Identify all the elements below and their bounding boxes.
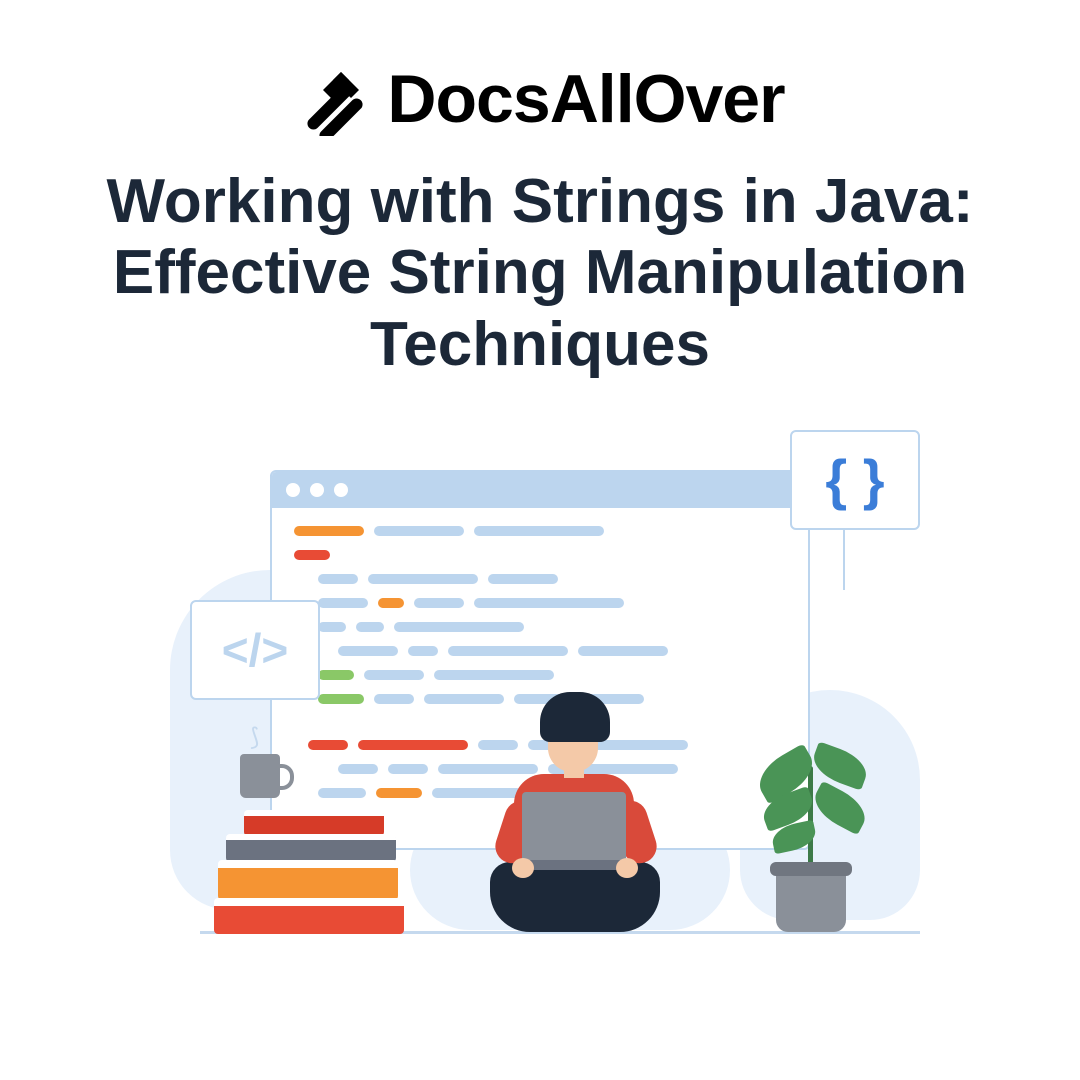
stacked-books (208, 810, 408, 932)
plant-leaf (808, 741, 872, 790)
person-hand (512, 858, 534, 878)
curly-braces-icon: { } (825, 447, 884, 512)
window-control-dot (334, 483, 348, 497)
braces-symbol-box: { } (790, 430, 920, 530)
window-titlebar (272, 472, 808, 508)
page-title: Working with Strings in Java: Effective … (90, 166, 990, 380)
book (218, 860, 398, 900)
brand-name: DocsAllOver (387, 60, 784, 138)
window-control-dot (310, 483, 324, 497)
person-hair (540, 692, 610, 742)
page-container: DocsAllOver Working with Strings in Java… (0, 0, 1080, 1080)
plant-stem (808, 766, 813, 866)
code-symbol-box: </> (190, 600, 320, 700)
docsallover-logo-icon (295, 62, 369, 136)
illustration: </> { } ⟆ (130, 430, 950, 970)
plant-leaf (808, 781, 872, 836)
book (244, 810, 384, 836)
book (214, 898, 404, 934)
code-angle-icon: </> (222, 623, 289, 677)
developer-person (470, 692, 670, 932)
plant-pot (776, 862, 846, 932)
laptop-screen (522, 792, 626, 864)
person-hand (616, 858, 638, 878)
steam-icon: ⟆ (250, 723, 259, 752)
book (226, 834, 396, 862)
connector-line (843, 530, 845, 590)
laptop-base (518, 860, 630, 870)
potted-plant (736, 712, 886, 932)
window-control-dot (286, 483, 300, 497)
coffee-mug-icon (240, 754, 280, 798)
brand-logo: DocsAllOver (295, 60, 784, 138)
